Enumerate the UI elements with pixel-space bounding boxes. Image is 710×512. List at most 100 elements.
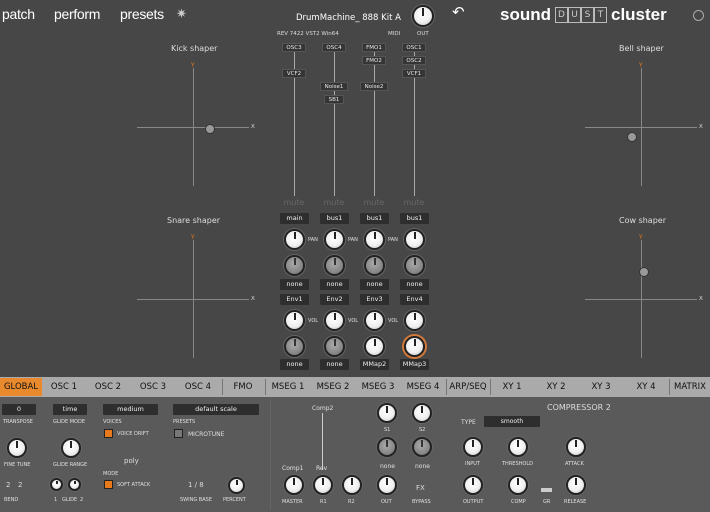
tab-mseg3[interactable]: MSEG 3	[356, 378, 400, 396]
nav-perform[interactable]: perform	[54, 6, 100, 22]
s2-knob[interactable]	[412, 403, 432, 423]
comp-output-knob[interactable]	[463, 475, 483, 495]
route-noise1[interactable]: Noise1	[320, 82, 348, 91]
vol-mod-select-1[interactable]: none	[280, 359, 309, 370]
route-osc2[interactable]: OSC2	[402, 56, 426, 65]
pan-knob-2[interactable]	[324, 229, 345, 250]
preset-name[interactable]: DrumMachine_ 888 Kit A	[296, 13, 401, 23]
r1-knob[interactable]	[313, 475, 333, 495]
route-fmo2[interactable]: FMO2	[362, 56, 386, 65]
vol-knob-2[interactable]	[324, 310, 345, 331]
tab-xy1[interactable]: XY 1	[491, 378, 533, 396]
vol-mod-knob-3[interactable]	[364, 336, 385, 357]
route-fmo1[interactable]: FMO1	[362, 43, 386, 52]
settings-circle-icon[interactable]	[693, 10, 704, 21]
pan-mod-knob-2[interactable]	[324, 255, 345, 276]
fx-out-knob[interactable]	[377, 475, 397, 495]
transpose-field[interactable]: 0	[2, 404, 36, 415]
mode-value[interactable]: poly	[124, 457, 139, 465]
bend-up-value[interactable]: 2	[6, 481, 10, 489]
tab-osc1[interactable]: OSC 1	[43, 378, 85, 396]
route-vcf2[interactable]: VCF2	[282, 69, 306, 78]
route-osc1[interactable]: OSC1	[402, 43, 426, 52]
bypass-button[interactable]: BYPASS	[412, 499, 431, 505]
route-osc3[interactable]: OSC3	[282, 43, 306, 52]
comp-threshold-knob[interactable]	[508, 437, 528, 457]
mute-button-2[interactable]: mute	[322, 198, 346, 207]
fine-tune-knob[interactable]	[7, 438, 27, 458]
r2-knob[interactable]	[342, 475, 362, 495]
vol-mod-select-2[interactable]: none	[320, 359, 349, 370]
s2-mod-select[interactable]: none	[415, 463, 430, 470]
tab-osc4[interactable]: OSC 4	[176, 378, 220, 396]
tab-matrix[interactable]: MATRIX	[670, 378, 710, 396]
percent-knob[interactable]	[228, 477, 245, 494]
bus-select-4[interactable]: bus1	[400, 213, 429, 224]
voice-drift-checkbox[interactable]	[104, 429, 113, 438]
route-noise2[interactable]: Noise2	[360, 82, 388, 91]
s2-mod-knob[interactable]	[412, 437, 432, 457]
presets-scale-select[interactable]: default scale	[173, 404, 259, 415]
comp-release-knob[interactable]	[566, 475, 586, 495]
tab-arpseq[interactable]: ARP/SEQ	[447, 378, 489, 396]
tab-fmo[interactable]: FMO	[223, 378, 263, 396]
pan-mod-select-2[interactable]: none	[320, 279, 349, 290]
kick-shaper-handle[interactable]	[205, 124, 215, 134]
out-knob[interactable]	[412, 5, 434, 27]
cow-shaper-handle[interactable]	[639, 267, 649, 277]
bend-down-value[interactable]: 2	[18, 481, 22, 489]
route-osc4[interactable]: OSC4	[322, 43, 346, 52]
vol-mod-knob-1[interactable]	[284, 336, 305, 357]
vol-mod-select-3[interactable]: MMap2	[360, 359, 389, 370]
swing-base-value[interactable]: 1 / 8	[188, 481, 204, 489]
nav-patch[interactable]: patch	[2, 6, 35, 22]
soft-attack-checkbox[interactable]	[104, 480, 113, 489]
nav-presets[interactable]: presets	[120, 6, 164, 22]
comp-amount-knob[interactable]	[508, 475, 528, 495]
tab-xy4[interactable]: XY 4	[624, 378, 668, 396]
glide-knob-2[interactable]	[68, 478, 81, 491]
bus-select-2[interactable]: bus1	[320, 213, 349, 224]
tab-osc2[interactable]: OSC 2	[87, 378, 129, 396]
pan-mod-knob-4[interactable]	[404, 255, 425, 276]
pan-knob-4[interactable]	[404, 229, 425, 250]
pan-mod-knob-1[interactable]	[284, 255, 305, 276]
s1-knob[interactable]	[377, 403, 397, 423]
tab-mseg1[interactable]: MSEG 1	[266, 378, 310, 396]
route-vcf1[interactable]: VCF1	[402, 69, 426, 78]
mute-button-4[interactable]: mute	[402, 198, 426, 207]
vol-mod-select-4[interactable]: MMap3	[400, 359, 429, 370]
pan-mod-select-4[interactable]: none	[400, 279, 429, 290]
env-select-4[interactable]: Env4	[400, 294, 429, 305]
tab-mseg2[interactable]: MSEG 2	[311, 378, 355, 396]
comp-type-select[interactable]: smooth	[484, 416, 540, 427]
voices-select[interactable]: medium	[103, 404, 158, 415]
bus-select-3[interactable]: bus1	[360, 213, 389, 224]
glide-range-knob[interactable]	[61, 438, 81, 458]
tab-global[interactable]: GLOBAL	[0, 378, 42, 396]
master-knob[interactable]	[284, 475, 304, 495]
vol-knob-3[interactable]	[364, 310, 385, 331]
vol-mod-knob-4[interactable]	[404, 336, 425, 357]
s1-mod-select[interactable]: none	[380, 463, 395, 470]
vol-knob-1[interactable]	[284, 310, 305, 331]
pan-knob-1[interactable]	[284, 229, 305, 250]
pan-knob-3[interactable]	[364, 229, 385, 250]
glide-mode-select[interactable]: time	[53, 404, 87, 415]
env-select-3[interactable]: Env3	[360, 294, 389, 305]
undo-icon[interactable]: ↶	[452, 3, 465, 21]
bus-select-1[interactable]: main	[280, 213, 309, 224]
tab-mseg4[interactable]: MSEG 4	[401, 378, 445, 396]
comp-attack-knob[interactable]	[566, 437, 586, 457]
glide-knob-1[interactable]	[50, 478, 63, 491]
vol-mod-knob-2[interactable]	[324, 336, 345, 357]
s1-mod-knob[interactable]	[377, 437, 397, 457]
tab-xy2[interactable]: XY 2	[535, 378, 577, 396]
pan-mod-select-1[interactable]: none	[280, 279, 309, 290]
comp-input-knob[interactable]	[463, 437, 483, 457]
sun-icon[interactable]: ✷	[176, 7, 187, 22]
mute-button-3[interactable]: mute	[362, 198, 386, 207]
env-select-2[interactable]: Env2	[320, 294, 349, 305]
route-sb1[interactable]: SB1	[324, 95, 344, 104]
microtune-checkbox[interactable]	[174, 429, 183, 438]
